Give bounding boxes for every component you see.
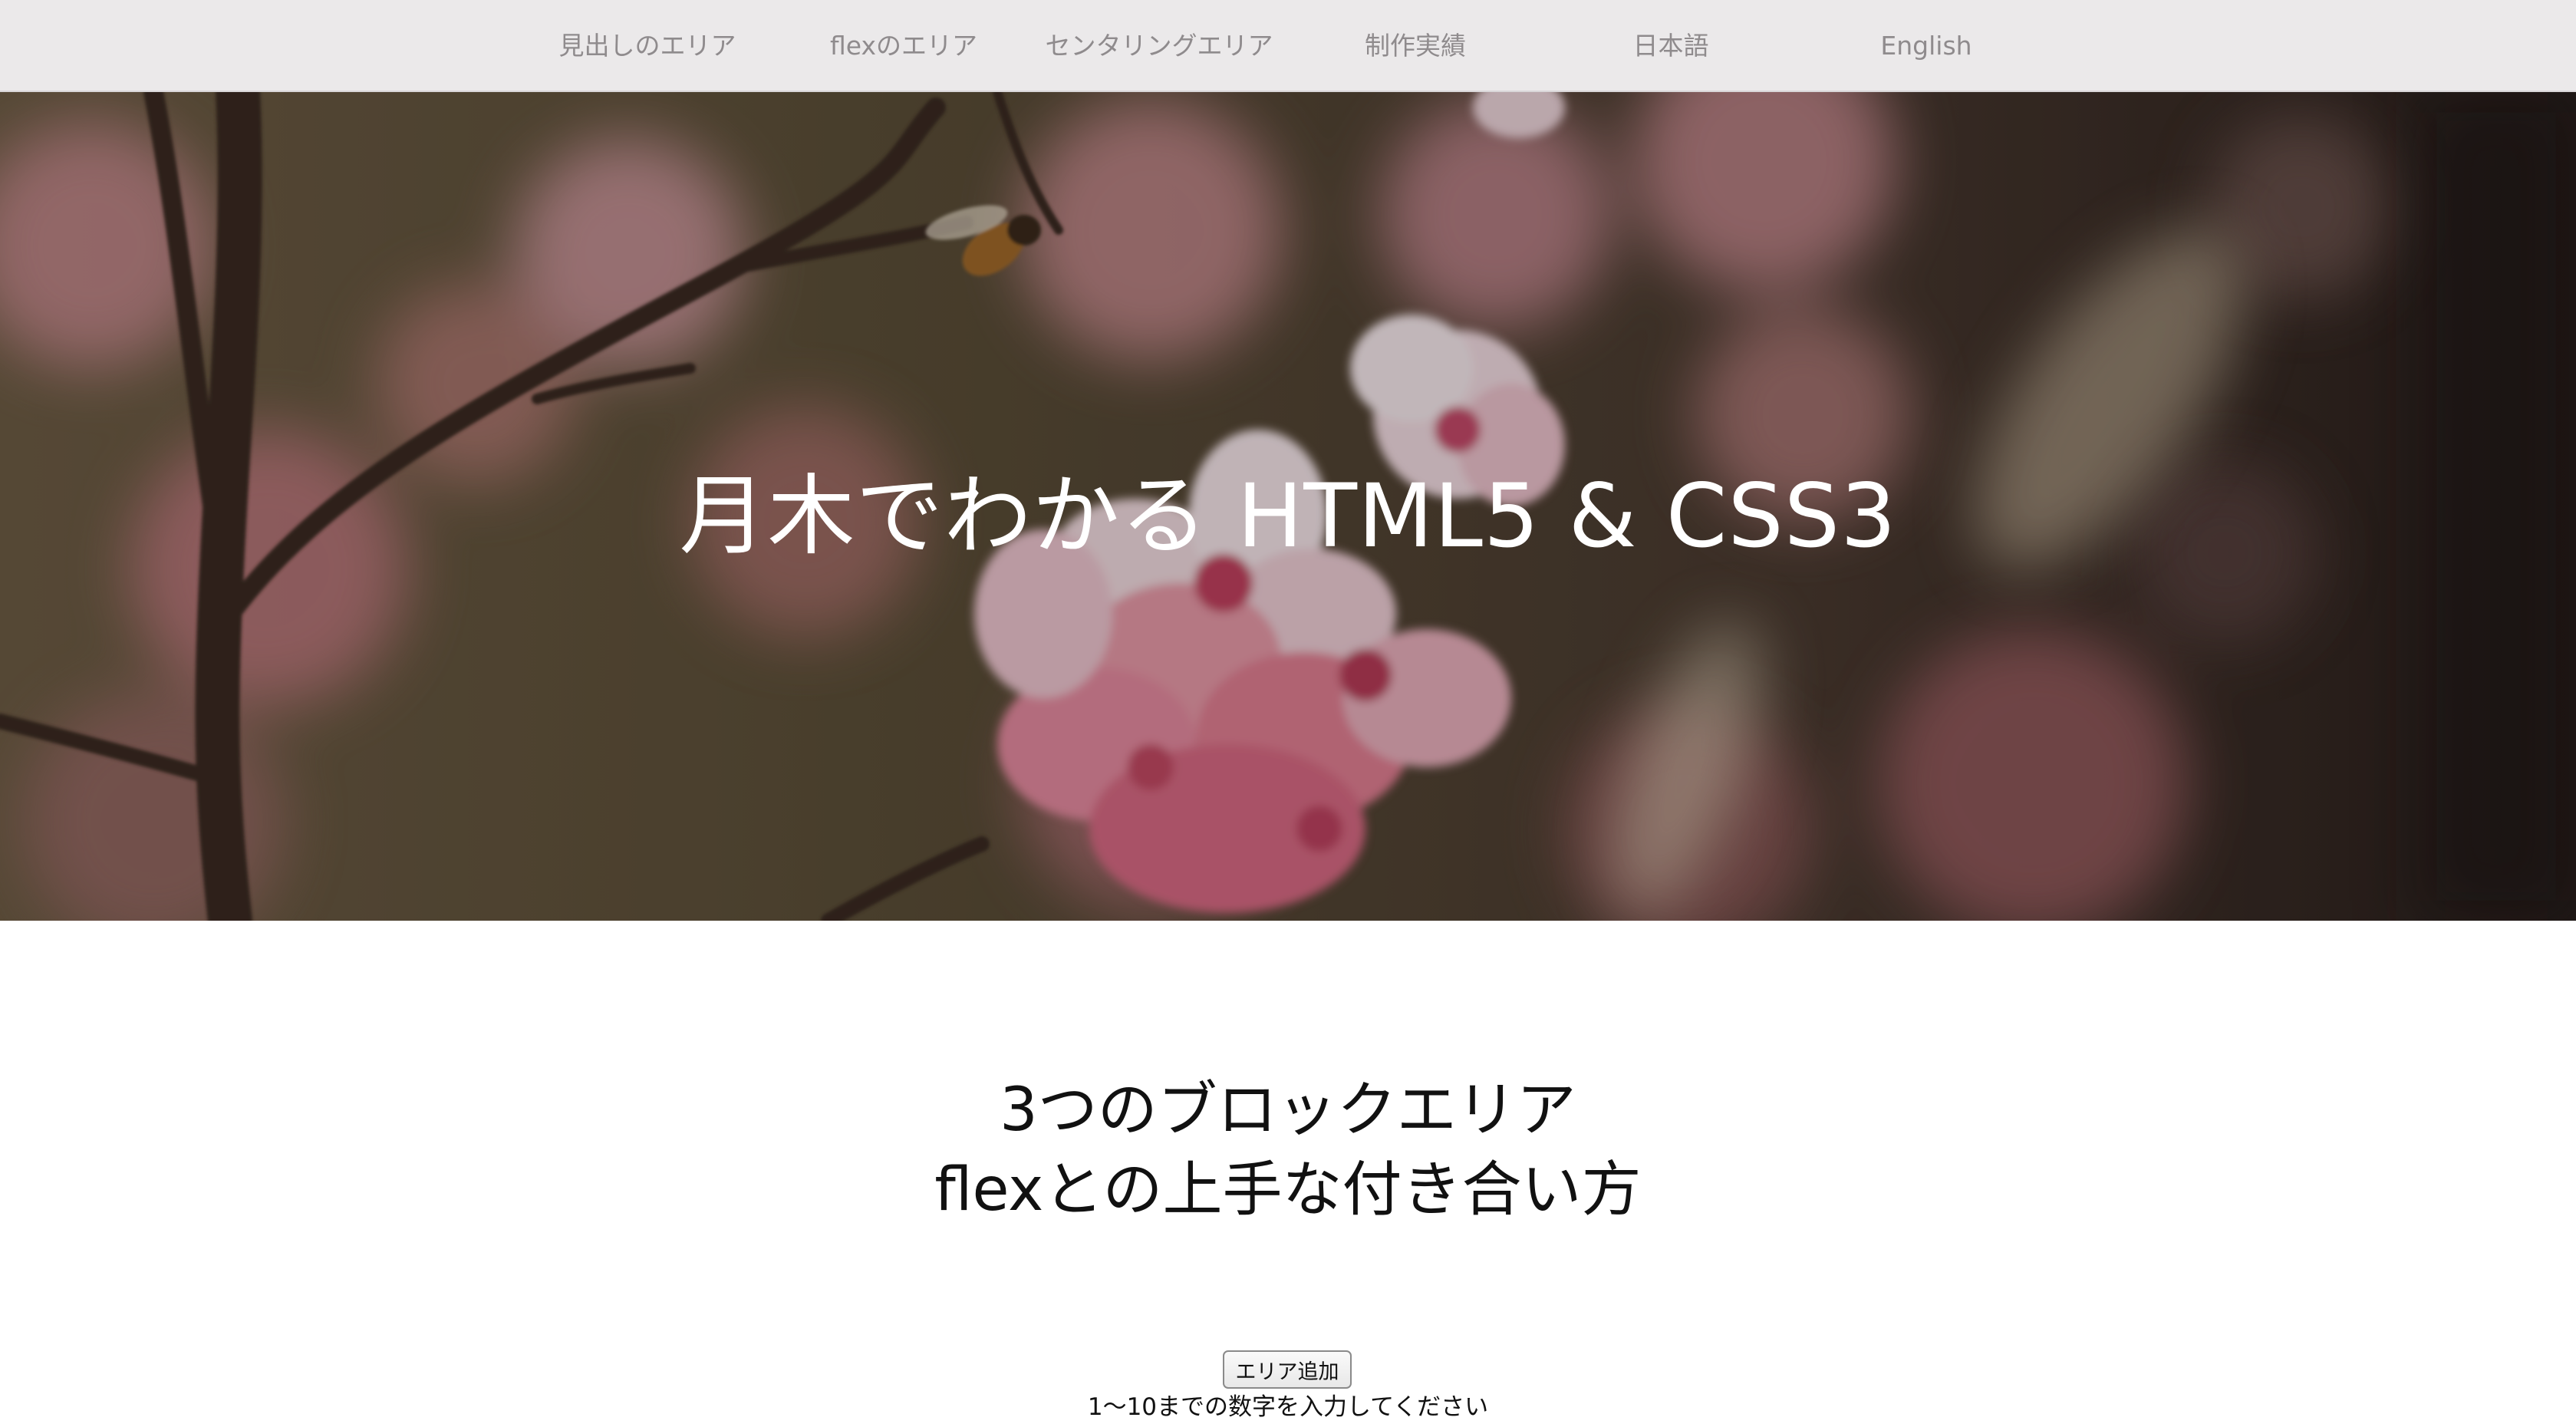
section-heading-line2: flexとの上手な付き合い方 [934,1155,1642,1225]
number-input-hint: 1〜10までの数字を入力してください [1087,1393,1489,1421]
nav-item-flex-area[interactable]: flexのエリア [789,0,1019,92]
nav-item-centering-area[interactable]: センタリングエリア [1044,0,1274,92]
nav-item-japanese[interactable]: 日本語 [1556,0,1786,92]
section-heading: 3つのブロックエリア flexとの上手な付き合い方 [0,1070,2576,1230]
hero-banner: 月木でわかる HTML5 & CSS3 [0,92,2576,921]
nav-item-english[interactable]: English [1811,0,2041,92]
top-navigation: 見出しのエリア flexのエリア センタリングエリア 制作実績 日本語 Engl… [0,0,2576,92]
add-area-button[interactable]: エリア追加 [1223,1350,1352,1389]
section-heading-line1: 3つのブロックエリア [1000,1076,1576,1145]
hero-title: 月木でわかる HTML5 & CSS3 [679,465,1897,567]
nav-item-heading-area[interactable]: 見出しのエリア [532,0,763,92]
nav-item-works[interactable]: 制作実績 [1300,0,1530,92]
